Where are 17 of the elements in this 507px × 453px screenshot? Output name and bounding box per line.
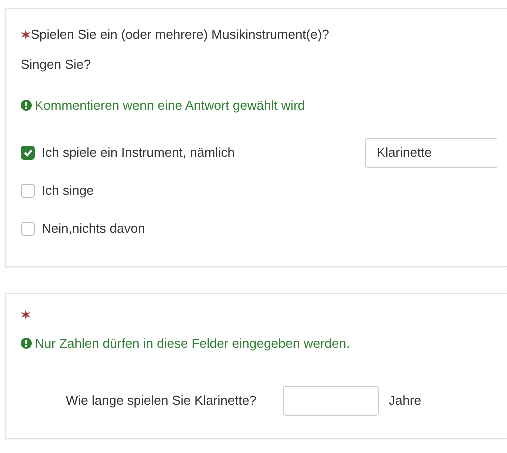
option-label[interactable]: Ich spiele ein Instrument, nämlich [42,142,365,162]
field-label: Wie lange spielen Sie Klarinette? [66,392,258,410]
info-icon [21,100,32,112]
checkbox[interactable] [21,222,35,236]
question-text: Spielen Sie ein (oder mehrere) Musikinstrument(e)? [31,26,330,44]
checkbox[interactable] [21,146,35,160]
info-icon [21,338,32,349]
option-label[interactable]: Nein,nichts davon [42,218,365,238]
number-field[interactable] [283,386,379,416]
unit-label: Jahre [389,392,422,410]
checkmark-icon [24,148,32,156]
help-tip: Nur Zahlen dürfen in diese Felder eingegeben werden. [35,334,350,353]
question-subtext: Singen Sie? [21,56,92,72]
help-tip: Kommentieren wenn eine Antwort gewählt wird [35,97,306,115]
comment-field[interactable]: Klarinette [365,138,497,168]
checkbox[interactable] [21,184,35,198]
option-label[interactable]: Ich singe [42,180,365,200]
